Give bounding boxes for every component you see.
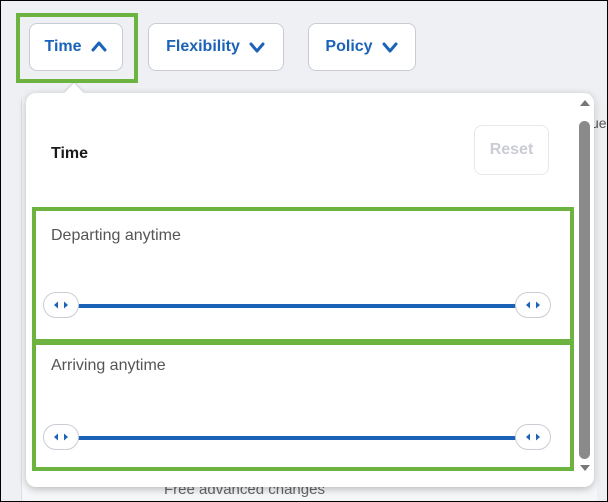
scroll-up-icon[interactable] [580, 100, 590, 106]
filter-chip-time[interactable]: Time [29, 23, 123, 71]
arriving-slider-track[interactable] [77, 436, 523, 440]
filter-chip-label: Flexibility [166, 38, 240, 55]
scrollbar-thumb[interactable] [579, 121, 590, 459]
drag-arrows-icon [526, 433, 540, 441]
arriving-slider-end-handle[interactable] [515, 424, 551, 450]
arriving-slider-start-handle[interactable] [43, 424, 79, 450]
filter-chip-flexibility[interactable]: Flexibility [148, 23, 284, 71]
drag-arrows-icon [54, 433, 68, 441]
screen: ue Free advanced changes Time Flexibilit… [0, 0, 608, 502]
filter-chip-label: Policy [325, 38, 373, 55]
filter-chip-policy[interactable]: Policy [308, 23, 416, 71]
chevron-up-icon [91, 41, 107, 52]
chevron-down-icon [382, 42, 398, 53]
drag-arrows-icon [526, 301, 540, 309]
scroll-down-icon[interactable] [580, 465, 590, 471]
filter-chip-label: Time [44, 38, 82, 55]
departing-slider-track[interactable] [77, 304, 523, 308]
reset-button[interactable]: Reset [474, 125, 549, 175]
drag-arrows-icon [54, 301, 68, 309]
departing-label: Departing anytime [51, 227, 181, 244]
popover-title: Time [51, 145, 89, 162]
departing-slider-end-handle[interactable] [515, 292, 551, 318]
arriving-label: Arriving anytime [51, 357, 166, 374]
departing-slider-start-handle[interactable] [43, 292, 79, 318]
chevron-down-icon [249, 42, 265, 53]
